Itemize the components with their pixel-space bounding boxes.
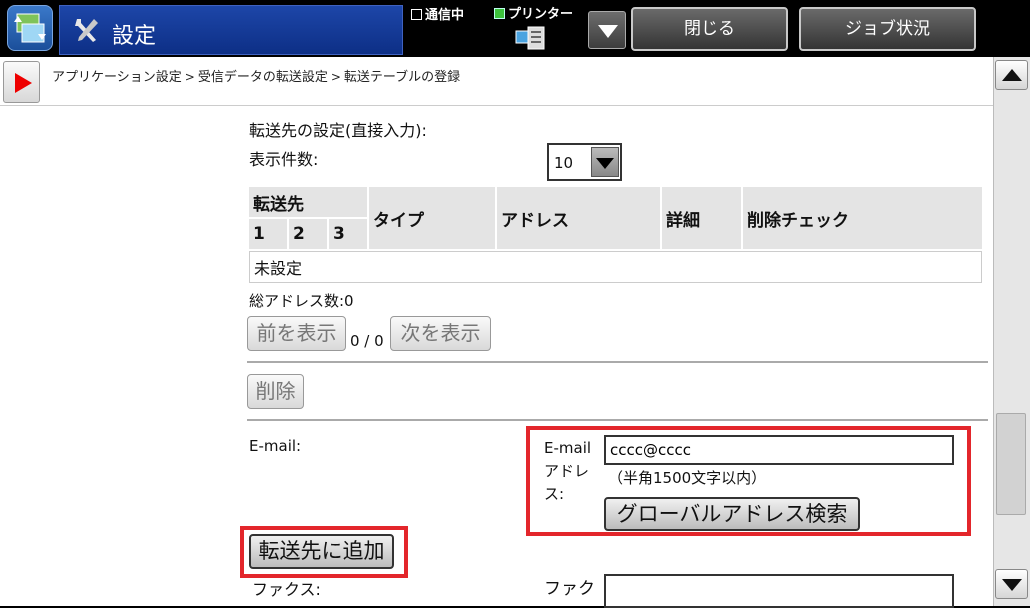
divider bbox=[247, 361, 988, 363]
title-panel: 設定 bbox=[59, 5, 403, 55]
display-count-value: 10 bbox=[554, 154, 574, 172]
email-address-input[interactable] bbox=[604, 435, 954, 465]
global-address-search-button[interactable]: グローバルアドレス検索 bbox=[604, 497, 860, 531]
chevron-down-icon bbox=[1002, 579, 1022, 591]
fax-section-label: ファクス: bbox=[252, 580, 321, 599]
table-header-row: 転送先 タイプ アドレス 詳細 削除チェック bbox=[249, 187, 982, 249]
printer-status: プリンター bbox=[494, 3, 573, 22]
job-status-button[interactable]: ジョブ状況 bbox=[799, 7, 976, 51]
email-section-label: E-mail: bbox=[249, 437, 302, 455]
delete-button[interactable]: 削除 bbox=[247, 374, 304, 409]
top-bar: 設定 通信中 プリンター 閉じる ジョブ状況 bbox=[0, 0, 1030, 57]
status-dropdown-button[interactable] bbox=[588, 11, 626, 49]
scroll-down-button[interactable] bbox=[995, 569, 1028, 599]
comm-status-label: 通信中 bbox=[425, 8, 465, 23]
total-address-count: 総アドレス数:0 bbox=[249, 292, 354, 310]
chevron-down-icon bbox=[598, 25, 618, 38]
destination-table: 転送先 タイプ アドレス 詳細 削除チェック 1 2 3 未設定 bbox=[247, 185, 984, 285]
fax-number-input[interactable] bbox=[604, 574, 954, 608]
breadcrumb-item: 転送テーブルの登録 bbox=[343, 70, 461, 85]
breadcrumb-item[interactable]: アプリケーション設定 bbox=[52, 70, 182, 85]
email-address-label: E-mail アドレス: bbox=[544, 439, 592, 503]
next-page-button[interactable]: 次を表示 bbox=[390, 316, 491, 351]
column-header-type: タイプ bbox=[369, 187, 495, 249]
column-header-address: アドレス bbox=[497, 187, 660, 249]
breadcrumb: アプリケーション設定 > 受信データの転送設定 > 転送テーブルの登録 bbox=[52, 66, 460, 85]
close-button[interactable]: 閉じる bbox=[631, 7, 788, 51]
empty-row-text: 未設定 bbox=[249, 251, 982, 283]
play-arrow-icon bbox=[15, 73, 32, 93]
fax-number-label: ファク bbox=[544, 579, 595, 599]
display-count-label: 表示件数: bbox=[249, 150, 319, 169]
column-header-dest-1: 1 bbox=[249, 219, 287, 249]
add-to-destination-button[interactable]: 転送先に追加 bbox=[249, 534, 394, 569]
email-hint: （半角1500文字以内） bbox=[608, 469, 767, 487]
divider bbox=[247, 419, 988, 421]
breadcrumb-separator: > bbox=[184, 70, 195, 84]
column-header-detail: 詳細 bbox=[662, 187, 741, 249]
comm-status: 通信中 bbox=[411, 4, 464, 23]
scrollbar-thumb[interactable] bbox=[996, 413, 1026, 515]
breadcrumb-separator: > bbox=[330, 70, 341, 84]
column-header-delete-check: 削除チェック bbox=[743, 187, 982, 249]
chevron-up-icon bbox=[1002, 69, 1022, 81]
printer-status-icon bbox=[494, 8, 505, 19]
column-header-dest-2: 2 bbox=[289, 219, 327, 249]
column-header-dest-3: 3 bbox=[329, 219, 367, 249]
scroll-up-button[interactable] bbox=[995, 60, 1028, 90]
vertical-scrollbar[interactable] bbox=[993, 57, 1030, 606]
breadcrumb-item[interactable]: 受信データの転送設定 bbox=[198, 70, 328, 85]
page-title: 設定 bbox=[112, 24, 157, 49]
column-header-destination: 転送先 bbox=[249, 187, 367, 217]
comm-status-icon bbox=[411, 9, 422, 20]
display-count-select[interactable]: 10 bbox=[547, 143, 622, 181]
chevron-down-icon[interactable] bbox=[591, 147, 619, 177]
content-frame: アプリケーション設定 > 受信データの転送設定 > 転送テーブルの登録 転送先の設定(直… bbox=[0, 57, 1030, 608]
destination-heading: 転送先の設定(直接入力): bbox=[249, 121, 427, 140]
page-indicator: 0 / 0 bbox=[350, 332, 384, 350]
tools-icon bbox=[72, 16, 100, 48]
previous-page-button[interactable]: 前を表示 bbox=[247, 316, 346, 351]
breadcrumb-bar: アプリケーション設定 > 受信データの転送設定 > 転送テーブルの登録 bbox=[0, 57, 993, 106]
printer-status-label: プリンター bbox=[508, 7, 574, 22]
table-row: 未設定 bbox=[249, 251, 982, 283]
breadcrumb-toggle-button[interactable] bbox=[3, 61, 40, 103]
app-switch-icon[interactable] bbox=[7, 5, 53, 51]
printer-icon bbox=[514, 23, 546, 51]
